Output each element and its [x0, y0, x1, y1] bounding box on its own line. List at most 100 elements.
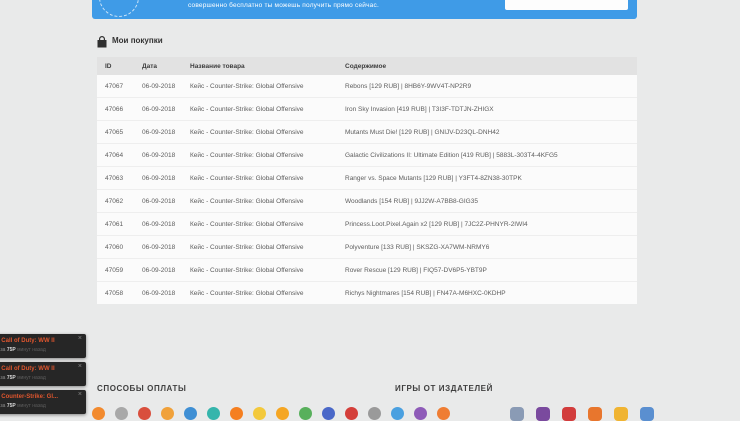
cell-product: Кейс - Counter-Strike: Global Offensive: [190, 106, 345, 113]
payment-icon: [207, 407, 220, 420]
toast-price: 75Р: [7, 347, 16, 353]
cell-content: Ranger vs. Space Mutants [129 RUB] | Y3F…: [345, 175, 637, 182]
purchase-toast: нов - Counter-Strike: Gl... плено за 75Р…: [0, 390, 86, 414]
cell-product: Кейс - Counter-Strike: Global Offensive: [190, 267, 345, 274]
toast-sub-text: плено за: [0, 403, 5, 409]
cell-content: Rebons [129 RUB] | 8HB6Y-9WV4T-NP2R9: [345, 83, 637, 90]
table-row: 47058 06-09-2018 Кейс - Counter-Strike: …: [97, 282, 637, 304]
payment-icon: [414, 407, 427, 420]
table-row: 47061 06-09-2018 Кейс - Counter-Strike: …: [97, 213, 637, 236]
payments-heading: СПОСОБЫ ОПЛАТЫ: [97, 384, 186, 393]
cell-date: 06-09-2018: [142, 221, 190, 228]
purchase-toast: нов - Call of Duty: WW II плено за 75Р м…: [0, 362, 86, 386]
cell-content: Galactic Civilizations II: Ultimate Edit…: [345, 152, 637, 159]
payment-icon: [92, 407, 105, 420]
publisher-icon: [562, 407, 576, 421]
table-row: 47063 06-09-2018 Кейс - Counter-Strike: …: [97, 167, 637, 190]
promo-button[interactable]: [505, 0, 628, 10]
cell-product: Кейс - Counter-Strike: Global Offensive: [190, 198, 345, 205]
cell-product: Кейс - Counter-Strike: Global Offensive: [190, 290, 345, 297]
cell-id: 47059: [97, 267, 142, 274]
cell-content: Woodlands [154 RUB] | 9JJ2W-A7BB8-GIG35: [345, 198, 637, 205]
header-cell-date: Дата: [142, 63, 190, 70]
toast-price: 75Р: [7, 375, 16, 381]
table-row: 47062 06-09-2018 Кейс - Counter-Strike: …: [97, 190, 637, 213]
promo-badge-icon: [99, 0, 139, 17]
cell-id: 47060: [97, 244, 142, 251]
toast-time: минут назад: [17, 403, 46, 409]
toast-time: минут назад: [17, 347, 46, 353]
payment-icon: [368, 407, 381, 420]
payment-icon: [437, 407, 450, 420]
close-icon[interactable]: ×: [78, 391, 82, 399]
cell-id: 47058: [97, 290, 142, 297]
cell-content: Polyventure [133 RUB] | SKSZG-XA7WM-NRMY…: [345, 244, 637, 251]
cell-content: Princess.Loot.Pixel.Again x2 [129 RUB] |…: [345, 221, 637, 228]
cell-id: 47065: [97, 129, 142, 136]
cell-product: Кейс - Counter-Strike: Global Offensive: [190, 221, 345, 228]
toast-title: нов - Call of Duty: WW II: [0, 366, 55, 372]
publisher-icons-row: [510, 407, 654, 421]
toast-subtitle: плено за 75Р минут назад: [0, 375, 46, 381]
purchase-toast: нов - Call of Duty: WW II плено за 75Р м…: [0, 334, 86, 358]
toast-title: нов - Call of Duty: WW II: [0, 338, 55, 344]
cell-product: Кейс - Counter-Strike: Global Offensive: [190, 83, 345, 90]
publisher-icon: [510, 407, 524, 421]
cell-id: 47061: [97, 221, 142, 228]
table-body: 47067 06-09-2018 Кейс - Counter-Strike: …: [97, 75, 637, 304]
payment-icon: [184, 407, 197, 420]
payment-icon: [115, 407, 128, 420]
cell-date: 06-09-2018: [142, 244, 190, 251]
payment-icon: [299, 407, 312, 420]
payment-icon: [253, 407, 266, 420]
cell-id: 47063: [97, 175, 142, 182]
header-cell-id: ID: [97, 63, 142, 70]
cell-date: 06-09-2018: [142, 198, 190, 205]
cell-product: Кейс - Counter-Strike: Global Offensive: [190, 175, 345, 182]
toast-title: нов - Counter-Strike: Gl...: [0, 394, 58, 400]
toast-stack: нов - Call of Duty: WW II плено за 75Р м…: [0, 334, 86, 414]
payment-icon: [345, 407, 358, 420]
cell-content: Richys Nightmares [154 RUB] | FN47A-M6HX…: [345, 290, 637, 297]
payment-icon: [138, 407, 151, 420]
payment-icon: [276, 407, 289, 420]
payment-icon: [161, 407, 174, 420]
cell-date: 06-09-2018: [142, 267, 190, 274]
cell-id: 47064: [97, 152, 142, 159]
publisher-icon: [614, 407, 628, 421]
toast-subtitle: плено за 75Р минут назад: [0, 403, 46, 409]
table-row: 47064 06-09-2018 Кейс - Counter-Strike: …: [97, 144, 637, 167]
table-row: 47066 06-09-2018 Кейс - Counter-Strike: …: [97, 98, 637, 121]
cell-product: Кейс - Counter-Strike: Global Offensive: [190, 152, 345, 159]
shopping-bag-icon: [97, 35, 107, 47]
publisher-icon: [640, 407, 654, 421]
toast-sub-text: плено за: [0, 375, 5, 381]
table-row: 47067 06-09-2018 Кейс - Counter-Strike: …: [97, 75, 637, 98]
payment-icon: [391, 407, 404, 420]
header-cell-product: Название товара: [190, 63, 345, 70]
close-icon[interactable]: ×: [78, 335, 82, 343]
table-header: ID Дата Название товара Содержимое: [97, 57, 637, 75]
cell-id: 47062: [97, 198, 142, 205]
promo-banner-text: совершенно бесплатно ты можешь получить …: [188, 2, 379, 9]
cell-date: 06-09-2018: [142, 290, 190, 297]
cell-content: Iron Sky Invasion [419 RUB] | T3I3F-TDTJ…: [345, 106, 637, 113]
publisher-icon: [536, 407, 550, 421]
promo-banner: совершенно бесплатно ты можешь получить …: [92, 0, 637, 19]
purchases-table: ID Дата Название товара Содержимое 47067…: [97, 57, 637, 304]
table-row: 47059 06-09-2018 Кейс - Counter-Strike: …: [97, 259, 637, 282]
close-icon[interactable]: ×: [78, 363, 82, 371]
payment-icons-row: [92, 407, 450, 420]
payment-icon: [322, 407, 335, 420]
toast-subtitle: плено за 75Р минут назад: [0, 347, 46, 353]
table-row: 47065 06-09-2018 Кейс - Counter-Strike: …: [97, 121, 637, 144]
cell-date: 06-09-2018: [142, 83, 190, 90]
cell-content: Mutants Must Die! [129 RUB] | GNIJV-D23Q…: [345, 129, 637, 136]
toast-time: минут назад: [17, 375, 46, 381]
toast-sub-text: плено за: [0, 347, 5, 353]
table-row: 47060 06-09-2018 Кейс - Counter-Strike: …: [97, 236, 637, 259]
cell-date: 06-09-2018: [142, 175, 190, 182]
cell-id: 47067: [97, 83, 142, 90]
cell-content: Rover Rescue [129 RUB] | FIQ57-DV6P5-YBT…: [345, 267, 637, 274]
cell-id: 47066: [97, 106, 142, 113]
